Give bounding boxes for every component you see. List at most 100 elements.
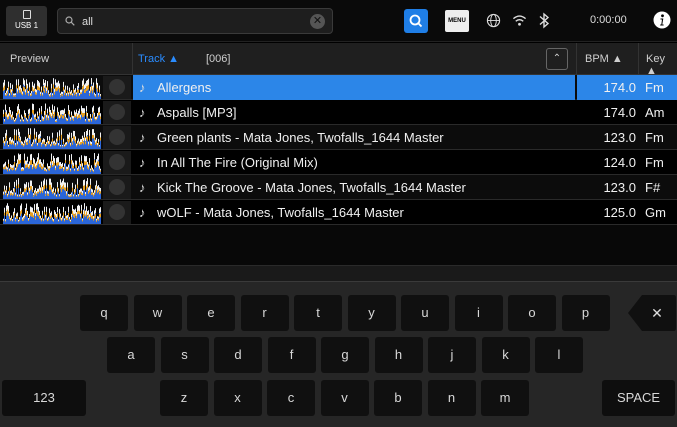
key-d[interactable]: d	[214, 337, 262, 373]
track-column-header[interactable]: Track ▲	[138, 53, 179, 65]
search-box[interactable]: ✕	[57, 8, 333, 34]
key-j[interactable]: j	[428, 337, 476, 373]
usb-icon	[22, 10, 31, 19]
track-key: Fm	[645, 130, 664, 145]
key-m[interactable]: m	[481, 380, 529, 416]
space-key[interactable]: SPACE	[602, 380, 675, 416]
track-title: Allergens	[157, 80, 212, 95]
backspace-icon: ✕	[651, 306, 663, 322]
track-bpm: 125.0	[603, 205, 636, 220]
track-row[interactable]: ♪ Allergens 174.0 Fm	[0, 75, 677, 100]
track-bpm: 174.0	[603, 80, 636, 95]
track-key: Am	[645, 105, 665, 120]
album-art	[103, 151, 131, 174]
clear-icon[interactable]: ✕	[310, 14, 325, 29]
wifi-icon	[512, 15, 527, 26]
disc-icon	[109, 154, 125, 170]
info-icon[interactable]	[653, 11, 671, 29]
key-o[interactable]: o	[508, 295, 556, 331]
music-note-icon: ♪	[139, 180, 146, 195]
album-art	[103, 201, 131, 224]
sort-toggle-button[interactable]: ⌃	[546, 48, 568, 70]
search-icon	[409, 14, 423, 28]
key-l[interactable]: l	[535, 337, 583, 373]
usb-label: USB 1	[14, 21, 39, 30]
bluetooth-icon	[539, 12, 550, 29]
track-title: wOLF - Mata Jones, Twofalls_1644 Master	[157, 205, 404, 220]
album-art	[103, 176, 131, 199]
disc-icon	[109, 179, 125, 195]
track-title-cell[interactable]: ♪ Aspalls [MP3]	[133, 100, 575, 125]
track-row[interactable]: ♪ Kick The Groove - Mata Jones, Twofalls_…	[0, 175, 677, 200]
music-note-icon: ♪	[139, 130, 146, 145]
key-p[interactable]: p	[561, 295, 610, 331]
track-key: Fm	[645, 155, 664, 170]
disc-icon	[109, 104, 125, 120]
music-note-icon: ♪	[139, 80, 146, 95]
globe-icon[interactable]	[486, 13, 501, 28]
search-button[interactable]	[404, 9, 428, 33]
music-note-icon: ♪	[139, 155, 146, 170]
search-input[interactable]	[82, 13, 302, 31]
disc-icon	[109, 129, 125, 145]
key-q[interactable]: q	[80, 295, 128, 331]
waveform-preview[interactable]	[3, 101, 101, 124]
track-title-cell[interactable]: ♪ wOLF - Mata Jones, Twofalls_1644 Master	[133, 200, 575, 225]
preview-column-header[interactable]: Preview	[10, 53, 49, 65]
key-r[interactable]: r	[240, 295, 289, 331]
key-e[interactable]: e	[187, 295, 235, 331]
key-u[interactable]: u	[401, 295, 449, 331]
disc-icon	[109, 204, 125, 220]
track-title: In All The Fire (Original Mix)	[157, 155, 318, 170]
waveform-preview[interactable]	[3, 76, 101, 99]
track-title-cell[interactable]: ♪ In All The Fire (Original Mix)	[133, 150, 575, 175]
track-bpm: 123.0	[603, 130, 636, 145]
track-title-cell[interactable]: ♪ Green plants - Mata Jones, Twofalls_164…	[133, 125, 575, 150]
key-h[interactable]: h	[374, 337, 423, 373]
track-row[interactable]: ♪ wOLF - Mata Jones, Twofalls_1644 Master…	[0, 200, 677, 225]
key-f[interactable]: f	[267, 337, 316, 373]
numbers-key[interactable]: 123	[2, 380, 86, 416]
menu-button[interactable]: MENU	[445, 10, 469, 32]
track-title-cell[interactable]: ♪ Allergens	[133, 75, 575, 100]
album-art	[103, 76, 131, 99]
search-icon	[65, 16, 75, 26]
disc-icon	[109, 79, 125, 95]
track-title-cell[interactable]: ♪ Kick The Groove - Mata Jones, Twofalls_…	[133, 175, 575, 200]
key-x[interactable]: x	[213, 380, 262, 416]
key-b[interactable]: b	[374, 380, 422, 416]
track-row[interactable]: ♪ Green plants - Mata Jones, Twofalls_164…	[0, 125, 677, 150]
music-note-icon: ♪	[139, 105, 146, 120]
on-screen-keyboard: q w e r t y u i o p a s d f g h j k l z x c v b n m 123 SPACE ✕	[0, 281, 677, 427]
backspace-key[interactable]: ✕	[628, 295, 676, 331]
key-a[interactable]: a	[107, 337, 155, 373]
waveform-preview[interactable]	[3, 151, 101, 174]
track-bpm: 174.0	[603, 105, 636, 120]
track-row[interactable]: ♪ In All The Fire (Original Mix) 124.0 Fm	[0, 150, 677, 175]
track-row[interactable]: ♪ Aspalls [MP3] 174.0 Am	[0, 100, 677, 125]
track-bpm: 123.0	[603, 180, 636, 195]
key-column-header[interactable]: Key ▲	[646, 53, 677, 77]
waveform-preview[interactable]	[3, 176, 101, 199]
clock-display: 0:00:00	[590, 14, 627, 26]
bpm-column-header[interactable]: BPM ▲	[585, 53, 623, 65]
key-t[interactable]: t	[294, 295, 342, 331]
key-c[interactable]: c	[267, 380, 315, 416]
track-title: Kick The Groove - Mata Jones, Twofalls_1…	[157, 180, 466, 195]
key-w[interactable]: w	[133, 295, 182, 331]
key-k[interactable]: k	[481, 337, 530, 373]
usb-source-button[interactable]: USB 1	[6, 6, 47, 36]
key-s[interactable]: s	[160, 337, 209, 373]
track-key: Fm	[645, 80, 664, 95]
album-art	[103, 101, 131, 124]
key-y[interactable]: y	[347, 295, 396, 331]
track-title: Aspalls [MP3]	[157, 105, 237, 120]
key-n[interactable]: n	[427, 380, 476, 416]
key-v[interactable]: v	[320, 380, 369, 416]
waveform-preview[interactable]	[3, 126, 101, 149]
waveform-preview[interactable]	[3, 201, 101, 224]
track-title: Green plants - Mata Jones, Twofalls_1644…	[157, 130, 444, 145]
key-g[interactable]: g	[321, 337, 369, 373]
key-i[interactable]: i	[454, 295, 503, 331]
key-z[interactable]: z	[160, 380, 208, 416]
